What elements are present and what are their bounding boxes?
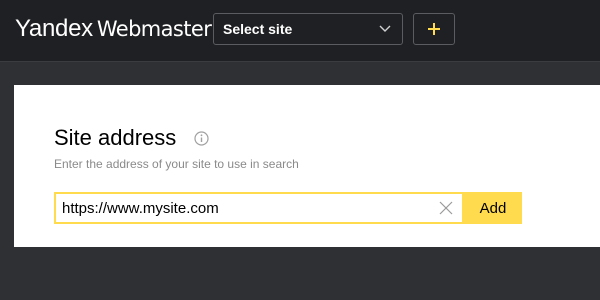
url-field	[54, 192, 464, 224]
site-select-label: Select site	[223, 21, 293, 37]
top-bar: Yandex Webmaster Select site	[0, 0, 600, 62]
logo-brand: Yandex	[15, 15, 93, 42]
add-button[interactable]: Add	[464, 192, 522, 224]
add-site-card: Site address Enter the address of your s…	[14, 85, 600, 247]
logo-product: Webmaster	[96, 17, 212, 41]
clear-icon[interactable]	[438, 200, 454, 216]
plus-icon	[428, 23, 440, 35]
page-title: Site address	[54, 125, 177, 150]
page-subtitle: Enter the address of your site to use in…	[54, 157, 299, 171]
site-select-dropdown[interactable]: Select site	[213, 13, 403, 45]
add-site-button[interactable]	[413, 13, 455, 45]
logo[interactable]: Yandex Webmaster	[15, 14, 212, 44]
info-icon[interactable]	[194, 131, 209, 146]
site-url-input[interactable]	[62, 194, 432, 222]
chevron-down-icon	[379, 25, 391, 32]
